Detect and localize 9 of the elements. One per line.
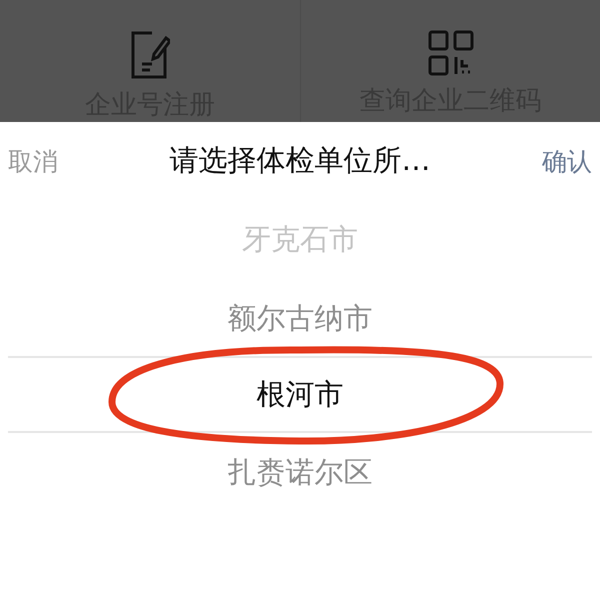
qr-code-icon xyxy=(428,30,474,76)
document-edit-icon xyxy=(130,30,170,80)
confirm-button[interactable]: 确认 xyxy=(542,144,592,178)
cancel-button[interactable]: 取消 xyxy=(8,144,58,178)
picker-title: 请选择体检单位所… xyxy=(170,142,430,179)
picker-option[interactable]: 额尔古纳市 xyxy=(0,279,600,358)
picker-option[interactable]: 根河市 xyxy=(0,358,600,431)
picker-option[interactable]: 扎赉诺尔区 xyxy=(0,433,600,512)
picker-option[interactable]: 牙克石市 xyxy=(0,200,600,279)
